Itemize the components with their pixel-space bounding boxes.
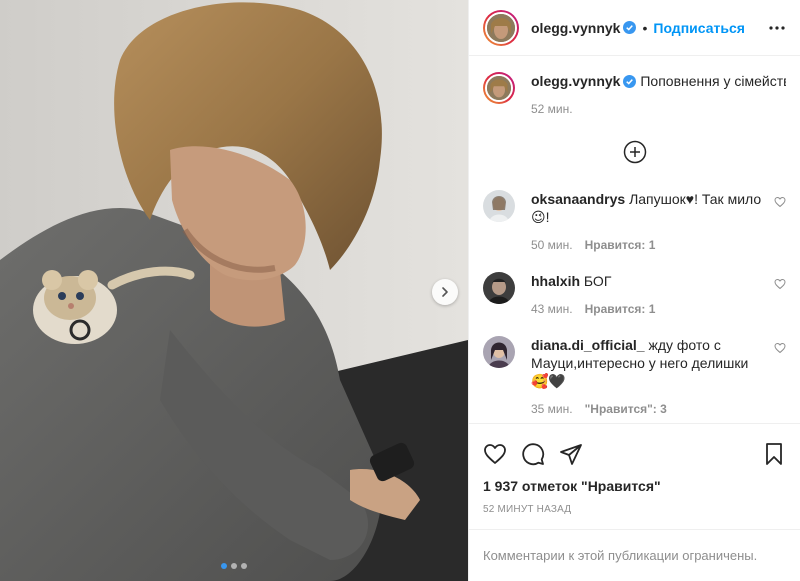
chevron-right-icon	[442, 287, 448, 297]
commenter-username[interactable]: diana.di_official_	[531, 337, 645, 353]
author-username[interactable]: olegg.vynnyk	[531, 20, 620, 36]
carousel-dot	[241, 563, 247, 569]
carousel-next-button[interactable]	[432, 279, 458, 305]
commenter-username[interactable]: oksanaandrys	[531, 191, 625, 207]
verified-icon	[623, 75, 637, 88]
comment-time[interactable]: 43 мин.	[531, 300, 573, 318]
caption-avatar[interactable]	[483, 72, 515, 104]
comment-item: oksanaandrys Лапушок♥! Так мило😉! 50 мин…	[483, 190, 786, 254]
verified-icon	[623, 21, 637, 34]
comment-time[interactable]: 50 мин.	[531, 236, 573, 254]
caption: olegg.vynnyk Поповнення у сімействі коті…	[483, 72, 786, 118]
commenter-username[interactable]: hhalxih	[531, 273, 580, 289]
comments-restricted-notice: Комментарии к этой публикации ограничены…	[469, 529, 800, 581]
share-icon	[560, 444, 582, 465]
post-actions: 1 937 отметок "Нравится" 52 минут назад	[469, 423, 800, 515]
comment-like-button[interactable]	[774, 194, 786, 212]
comment-time[interactable]: 35 мин.	[531, 400, 573, 418]
post-header: olegg.vynnyk • Подписаться	[469, 0, 800, 56]
post-modal: olegg.vynnyk • Подписаться olegg.vynnyk …	[0, 0, 800, 581]
post-photo[interactable]	[0, 0, 468, 581]
comment-likes[interactable]: Нравится: 1	[585, 236, 656, 254]
comment-likes[interactable]: "Нравится": 3	[585, 400, 667, 418]
comments-section[interactable]: olegg.vynnyk Поповнення у сімействі коті…	[469, 56, 800, 423]
comment-item: hhalxih БОГ 43 мин. Нравится: 1	[483, 272, 786, 318]
caption-time[interactable]: 52 мин.	[531, 100, 573, 118]
carousel-dot	[221, 563, 227, 569]
commenter-avatar[interactable]	[483, 190, 515, 222]
save-button[interactable]	[762, 442, 786, 466]
heart-icon	[774, 278, 786, 290]
comment-likes[interactable]: Нравится: 1	[585, 300, 656, 318]
carousel-dot	[231, 563, 237, 569]
caption-text: Поповнення у сімействі котів	[640, 73, 786, 89]
follow-button[interactable]: Подписаться	[653, 20, 745, 36]
comment-like-button[interactable]	[774, 340, 786, 358]
plus-circle-icon	[623, 140, 646, 164]
heart-icon	[774, 196, 786, 208]
commenter-avatar[interactable]	[483, 336, 515, 368]
action-icons-bar	[483, 434, 786, 474]
photo-image	[0, 0, 468, 581]
carousel-indicator	[221, 563, 247, 569]
header-separator: •	[642, 19, 648, 36]
comment-button[interactable]	[521, 442, 545, 466]
bookmark-icon	[766, 443, 782, 465]
comment-like-button[interactable]	[774, 276, 786, 294]
heart-icon	[774, 342, 786, 354]
load-more-comments-button[interactable]	[483, 140, 786, 164]
author-avatar[interactable]	[483, 9, 519, 46]
commenter-avatar[interactable]	[483, 272, 515, 304]
heart-icon	[484, 444, 506, 464]
post-time[interactable]: 52 минут назад	[483, 504, 786, 515]
caption-username[interactable]: olegg.vynnyk	[531, 73, 620, 89]
more-icon	[769, 25, 785, 30]
more-options-button[interactable]	[768, 19, 786, 37]
comment-item: diana.di_official_ жду фото с Мауци,инте…	[483, 336, 786, 418]
comment-icon	[522, 443, 545, 466]
like-button[interactable]	[483, 442, 507, 466]
share-button[interactable]	[559, 442, 583, 466]
post-side-panel: olegg.vynnyk • Подписаться olegg.vynnyk …	[468, 0, 800, 581]
likes-count[interactable]: 1 937 отметок "Нравится"	[483, 478, 786, 494]
comment-text: БОГ	[583, 273, 612, 289]
